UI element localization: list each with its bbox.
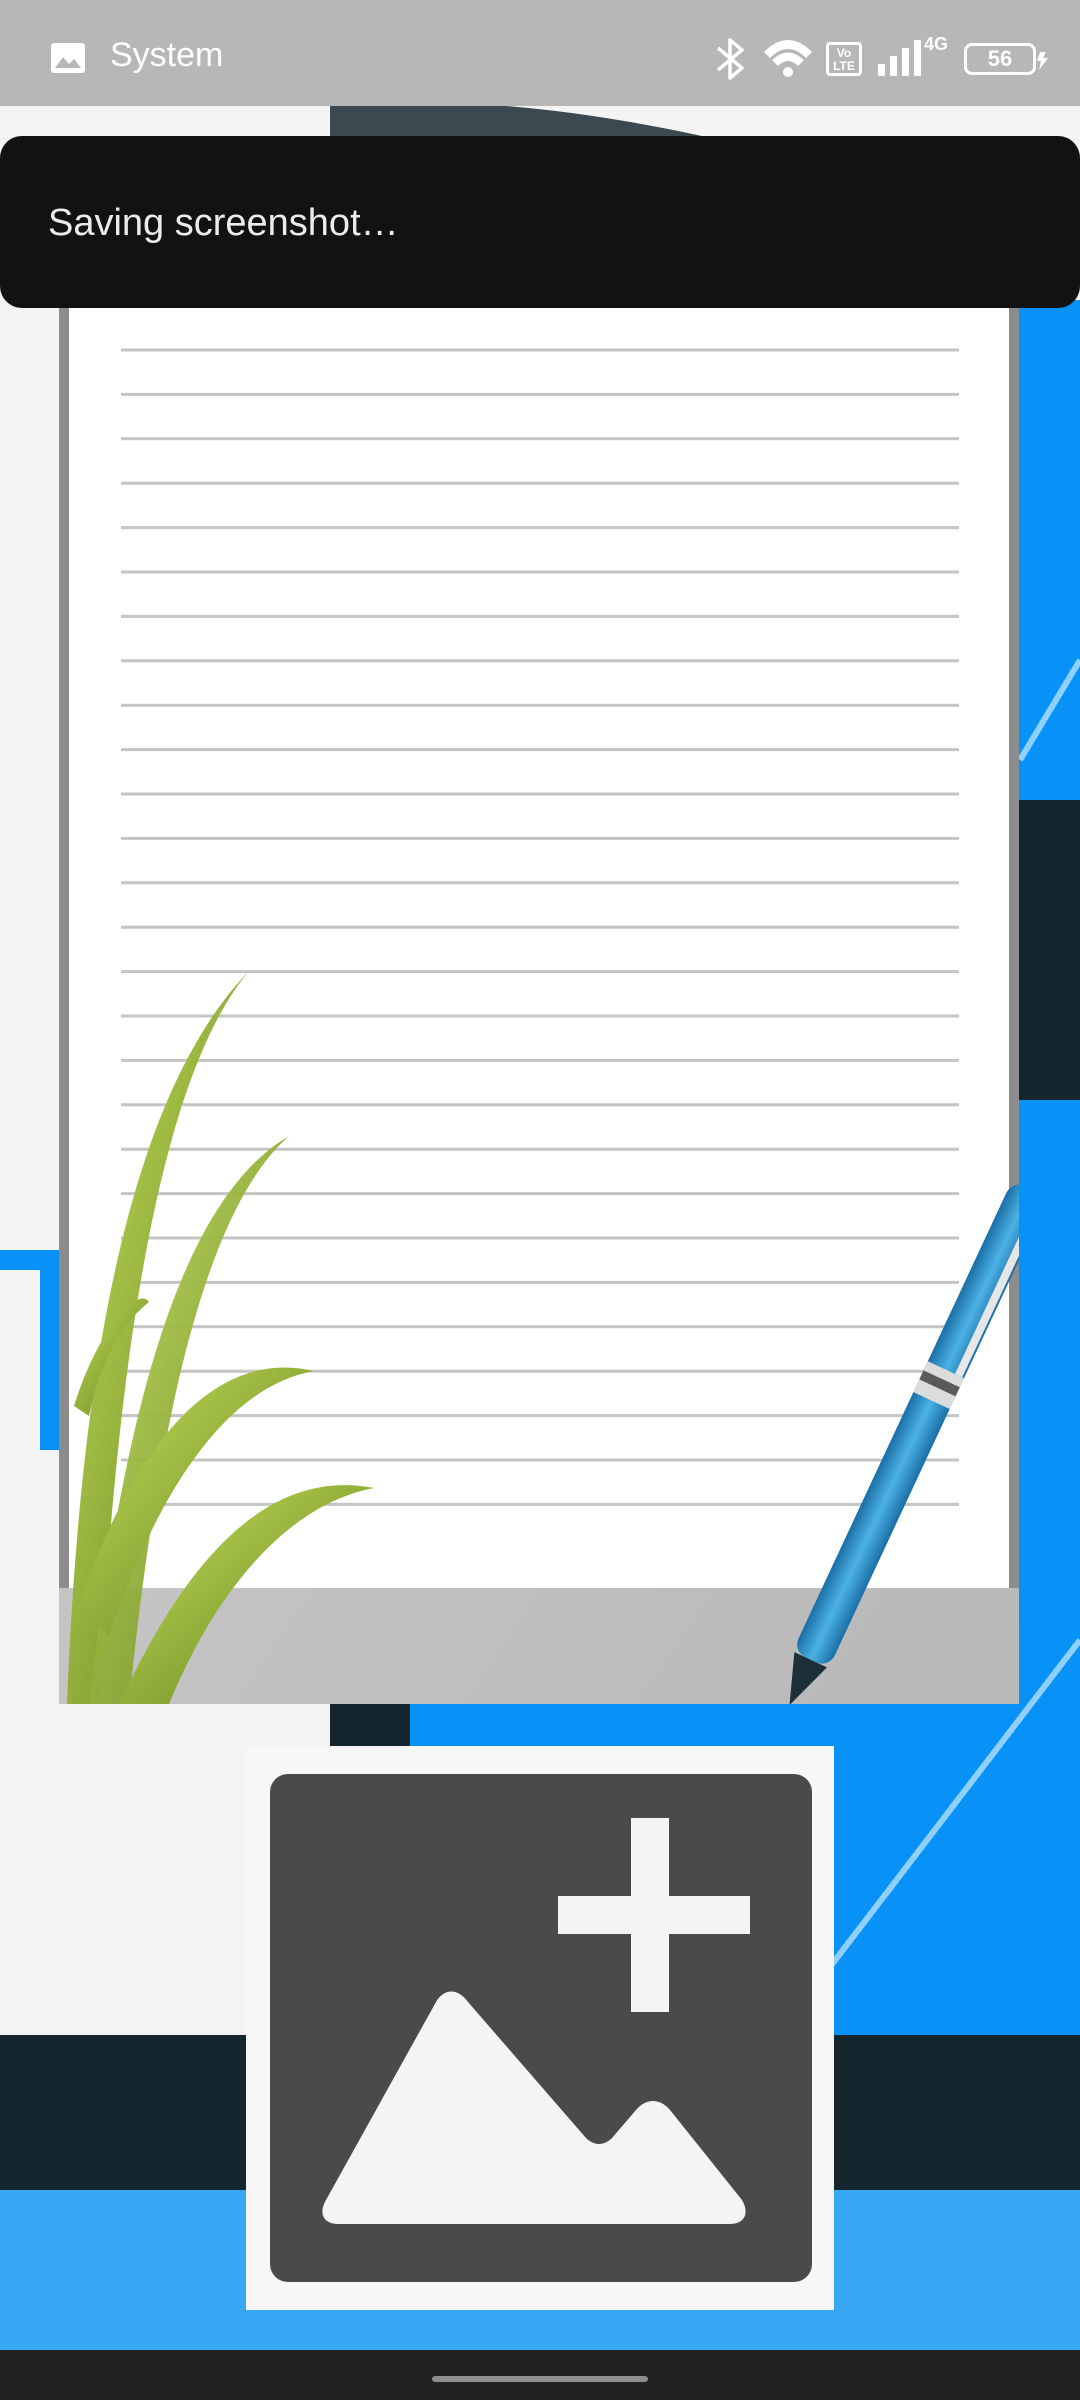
notification-app-name: System — [110, 36, 224, 74]
charging-icon — [1037, 52, 1048, 70]
home-gesture-handle[interactable] — [432, 2376, 648, 2382]
add-image-icon — [270, 1774, 812, 2282]
network-type: 4G — [924, 34, 949, 54]
toast-notification: Saving screenshot… — [0, 136, 1080, 308]
bluetooth-icon — [716, 38, 744, 80]
gallery-icon — [51, 43, 85, 73]
volte-icon: Vo LTE — [826, 42, 862, 76]
signal-icon — [878, 40, 921, 76]
status-bar: System Vo LTE 4G 56 — [0, 0, 1080, 106]
battery-icon: 56 — [964, 43, 1036, 75]
toast-message: Saving screenshot… — [48, 202, 399, 244]
navigation-bar — [0, 2350, 1080, 2400]
note-paper-image[interactable] — [59, 306, 1019, 1704]
wifi-icon — [764, 40, 812, 77]
add-image-button[interactable] — [246, 1746, 834, 2310]
